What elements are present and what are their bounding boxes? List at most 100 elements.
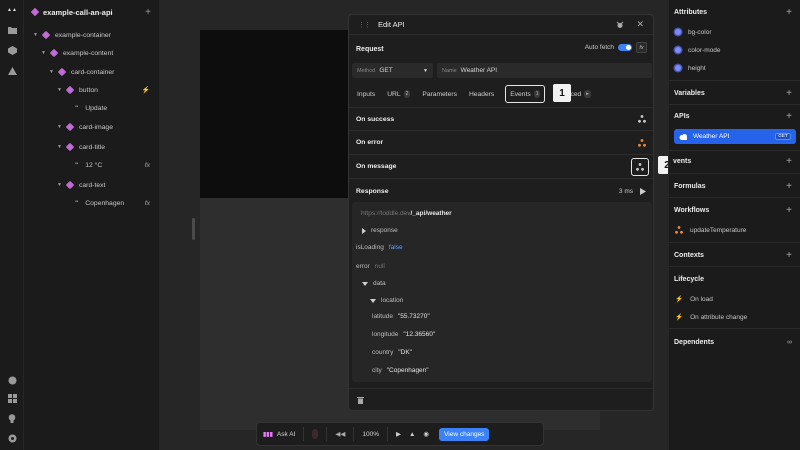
tab-advanced[interactable]: ced ▸ [569,85,591,103]
add-icon[interactable]: + [145,7,151,18]
workflow-icon[interactable] [638,138,646,147]
contexts-header[interactable]: Contexts + [669,248,800,262]
record-icon[interactable] [312,429,319,439]
formula-icon[interactable]: fx [145,200,150,207]
tab-headers[interactable]: Headers [468,85,495,103]
event-row-message[interactable]: On message [349,155,653,179]
attribute-item[interactable]: bg-color [669,26,800,38]
workflow-icon[interactable] [638,115,646,123]
workflow-icon[interactable] [631,157,649,176]
text-icon: " [75,104,79,112]
method-select[interactable]: Method GET ▼ [352,63,433,78]
package-icon[interactable] [6,44,18,56]
tree-row[interactable]: " Update [24,101,159,115]
chevron-down-icon[interactable]: ▼ [49,69,55,75]
tree-row[interactable]: ▼ example-content [24,46,159,60]
ask-ai-button[interactable]: ▮▮▮ Ask AI [263,431,295,438]
formula-icon[interactable]: fx [145,162,150,169]
play-icon[interactable]: ▶ [396,430,401,438]
upload-icon[interactable]: ▲ [409,431,415,438]
bug-icon[interactable] [616,21,624,29]
divider [669,150,800,151]
add-icon[interactable]: + [786,156,792,167]
play-icon[interactable] [639,187,646,195]
tree-row[interactable]: " Copenhagen fx [24,196,159,210]
tree-node-isloading: isLoading false [356,244,403,251]
chevron-down-icon[interactable]: ▼ [57,124,63,130]
preview-card[interactable] [200,30,348,198]
chevron-right-icon[interactable] [362,227,366,234]
grid-icon[interactable] [6,392,18,404]
palette-icon[interactable] [6,374,18,386]
add-icon[interactable]: + [786,250,792,261]
formula-button[interactable]: fx [636,42,647,53]
tree-row[interactable]: ▼ card-image [24,120,159,134]
chevron-down-icon[interactable]: ▼ [33,32,39,38]
attribute-item[interactable]: height [669,62,800,74]
chevron-down-icon: ▼ [423,67,428,74]
tree-row[interactable]: ▼ button ⚡ [24,83,159,97]
tree-node-location[interactable]: location [370,297,403,304]
chevron-down-icon[interactable] [362,281,368,286]
element-tree-panel: example-call-an-api + ▼ example-container… [24,0,160,450]
divider [669,104,800,105]
event-row-success[interactable]: On success [349,107,653,131]
workflows-header[interactable]: Workflows + [669,203,800,217]
add-icon[interactable]: + [786,205,792,216]
attribute-item[interactable]: color-mode [669,44,800,56]
zoom-level[interactable]: 100% [362,431,379,438]
dialog-header: ⋮⋮ Edit API ✕ [349,15,653,35]
tree-header: example-call-an-api + [24,0,159,24]
logo-icon[interactable]: ▲▲ [5,4,19,16]
close-icon[interactable]: ✕ [636,19,644,30]
dependents-header[interactable]: Dependents ∞ [669,335,800,349]
tree-row[interactable]: ▼ example-container [24,28,159,42]
cloud-icon [679,133,688,140]
text-icon: " [75,199,79,207]
tree-row[interactable]: ▼ card-container [24,65,159,79]
chevron-down-icon[interactable]: ▼ [57,144,63,150]
trash-icon[interactable] [357,396,364,404]
add-icon[interactable]: + [786,7,792,18]
tree-row[interactable]: ▼ card-text [24,178,159,192]
rewind-icon[interactable]: ◀◀ [335,430,345,438]
variables-header[interactable]: Variables + [669,86,800,100]
tab-url[interactable]: URL 2 [386,85,411,103]
tab-parameters[interactable]: Parameters [421,85,458,103]
workflow-item[interactable]: updateTemperature [669,224,800,236]
auto-fetch-toggle[interactable] [618,44,632,51]
lifecycle-item[interactable]: ⚡ On attribute change [669,311,800,323]
folder-icon[interactable] [6,24,18,36]
tab-inputs[interactable]: Inputs [356,85,376,103]
chevron-down-icon[interactable]: ▼ [41,50,47,56]
api-item-weather[interactable]: Weather API GET [674,129,796,144]
attributes-header[interactable]: Attributes + [669,5,800,19]
element-icon [65,85,75,95]
add-icon[interactable]: + [786,88,792,99]
lifecycle-header: Lifecycle [674,275,704,283]
link-icon[interactable]: ∞ [787,339,792,346]
name-field[interactable]: Name Weather API [437,63,652,78]
warning-icon[interactable] [6,65,18,77]
apis-header[interactable]: APIs + [669,109,800,123]
tree-row[interactable]: ▼ card-title [24,140,159,154]
drag-handle-icon[interactable]: ⋮⋮ [358,21,371,29]
chevron-down-icon[interactable] [370,298,376,303]
view-changes-button[interactable]: View changes [439,427,490,441]
lifecycle-item[interactable]: ⚡ On load [669,293,800,305]
help-icon[interactable] [6,432,18,444]
events-header[interactable]: vents + [669,154,800,168]
tab-events[interactable]: Events 1 [505,85,546,103]
add-icon[interactable]: + [786,181,792,192]
event-row-error[interactable]: On error [349,131,653,155]
bulb-icon[interactable] [6,412,18,424]
chevron-down-icon[interactable]: ▼ [57,182,63,188]
tree-node-response[interactable]: response [362,227,398,234]
tree-node-data[interactable]: data [362,280,386,287]
add-icon[interactable]: + [786,111,792,122]
tree-row[interactable]: " 12 °C fx [24,158,159,172]
chevron-down-icon[interactable]: ▼ [57,87,63,93]
formulas-header[interactable]: Formulas + [669,179,800,193]
settings-icon[interactable]: ◉ [423,430,429,438]
resize-handle[interactable] [192,218,195,240]
